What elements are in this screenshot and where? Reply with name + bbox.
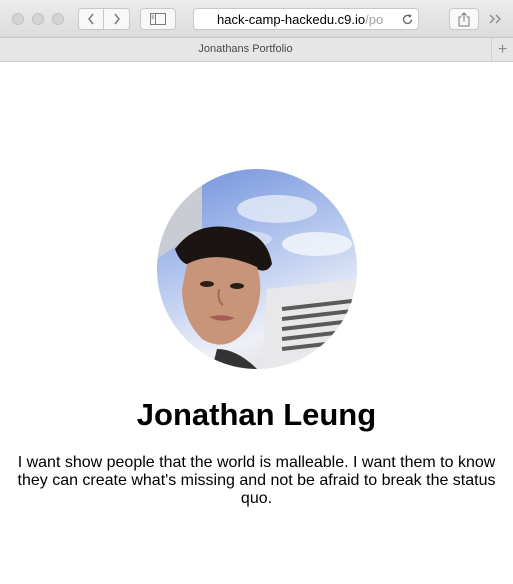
profile-name: Jonathan Leung (136, 397, 377, 432)
overflow-icon (489, 14, 501, 24)
sidebar-icon (150, 13, 166, 25)
sidebar-button[interactable] (140, 8, 176, 30)
reload-button[interactable] (396, 9, 418, 29)
tab-portfolio[interactable]: Jonathans Portfolio (0, 38, 491, 61)
forward-icon (113, 13, 120, 25)
url-host: hack-camp-hackedu.c9.io (217, 11, 366, 27)
browser-window: hack-camp-hackedu.c9.io/po Jonathans Por… (0, 0, 513, 584)
address-bar[interactable]: hack-camp-hackedu.c9.io/po (193, 8, 419, 30)
new-tab-icon: + (497, 40, 508, 58)
back-button[interactable] (78, 8, 104, 30)
forward-button[interactable] (104, 8, 130, 30)
reload-icon (402, 13, 412, 24)
zoom-window-button[interactable] (52, 13, 64, 25)
close-window-button[interactable] (12, 13, 24, 25)
url-text: hack-camp-hackedu.c9.io/po (194, 12, 396, 27)
minimize-window-button[interactable] (32, 13, 44, 25)
browser-toolbar: hack-camp-hackedu.c9.io/po (0, 0, 513, 38)
profile-bio: I want show people that the world is mal… (17, 454, 496, 507)
new-tab-button[interactable]: + (491, 38, 513, 61)
tab-bar: Jonathans Portfolio + (0, 38, 513, 62)
profile-photo-illustration (157, 169, 357, 369)
url-path: /po (365, 11, 384, 27)
overflow-button[interactable] (486, 10, 504, 28)
page-content: Jonathan Leung I want show people that t… (0, 62, 513, 584)
share-icon (458, 11, 470, 26)
share-button[interactable] (449, 8, 479, 30)
back-icon (88, 13, 94, 25)
profile-photo (157, 169, 357, 369)
